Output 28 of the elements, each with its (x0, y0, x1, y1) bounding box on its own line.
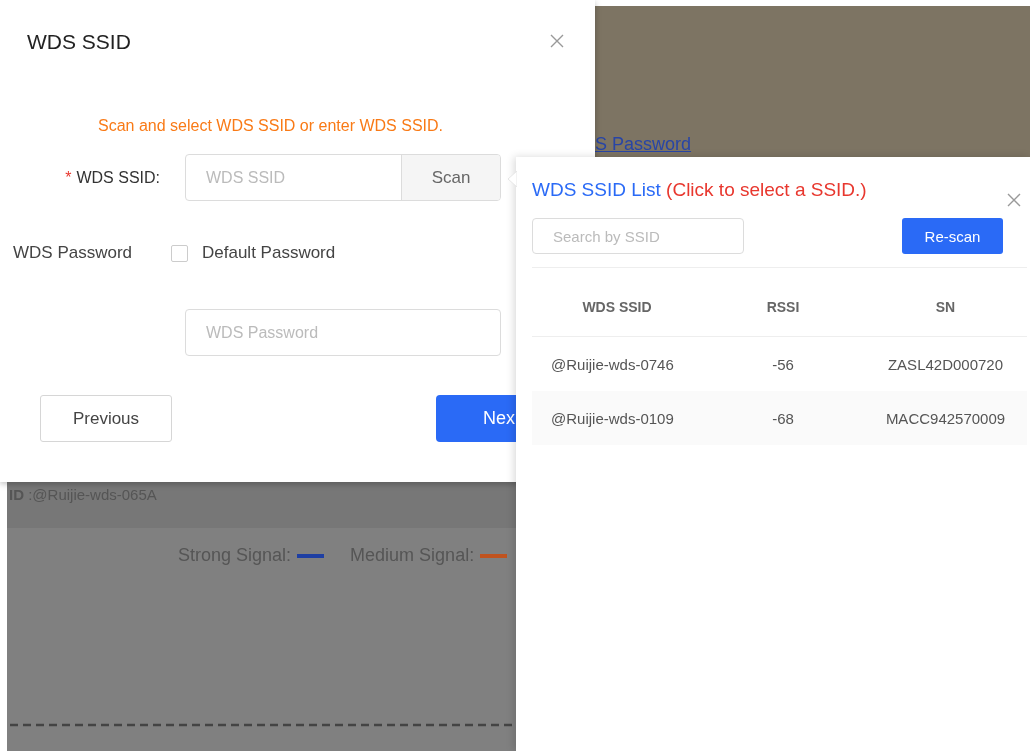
next-button[interactable]: Nex (436, 395, 516, 442)
table-row[interactable]: @Ruijie-wds-0746 -56 ZASL42D000720 (532, 336, 1027, 391)
ssid-field[interactable]: WDS SSID Scan (185, 154, 501, 201)
table-cell: MACC942570009 (864, 391, 1027, 445)
required-mark: * (65, 168, 72, 187)
table-cell: -68 (702, 391, 864, 445)
rescan-button[interactable]: Re-scan (902, 218, 1003, 254)
table-cell: ZASL42D000720 (864, 336, 1027, 391)
panel-title: WDS SSID List (Click to select a SSID.) (532, 179, 867, 201)
table-row[interactable]: @Ruijie-wds-0109 -68 MACC942570009 (532, 391, 1027, 445)
table-cell: -56 (702, 336, 864, 391)
column-header: SN (864, 278, 1027, 337)
previous-button[interactable]: Previous (40, 395, 172, 442)
ssid-label: WDS SSID: (76, 168, 160, 187)
dialog-title: WDS SSID (27, 30, 131, 54)
password-field[interactable]: WDS Password (185, 309, 501, 356)
hint-text: Scan and select WDS SSID or enter WDS SSID. (98, 117, 444, 135)
table-cell: @Ruijie-wds-0109 (532, 391, 702, 445)
close-icon[interactable] (550, 34, 564, 48)
search-field[interactable]: Search by SSID (532, 218, 744, 254)
checkbox[interactable] (171, 244, 188, 262)
column-header: WDS SSID (532, 278, 702, 337)
checkbox-label: Default Password (202, 243, 336, 263)
close-icon[interactable] (1007, 193, 1021, 207)
password-label: WDS Password (13, 243, 134, 263)
table-cell: @Ruijie-wds-0746 (532, 336, 702, 391)
column-header: RSSI (702, 278, 864, 337)
scan-button[interactable]: Scan (401, 155, 500, 200)
